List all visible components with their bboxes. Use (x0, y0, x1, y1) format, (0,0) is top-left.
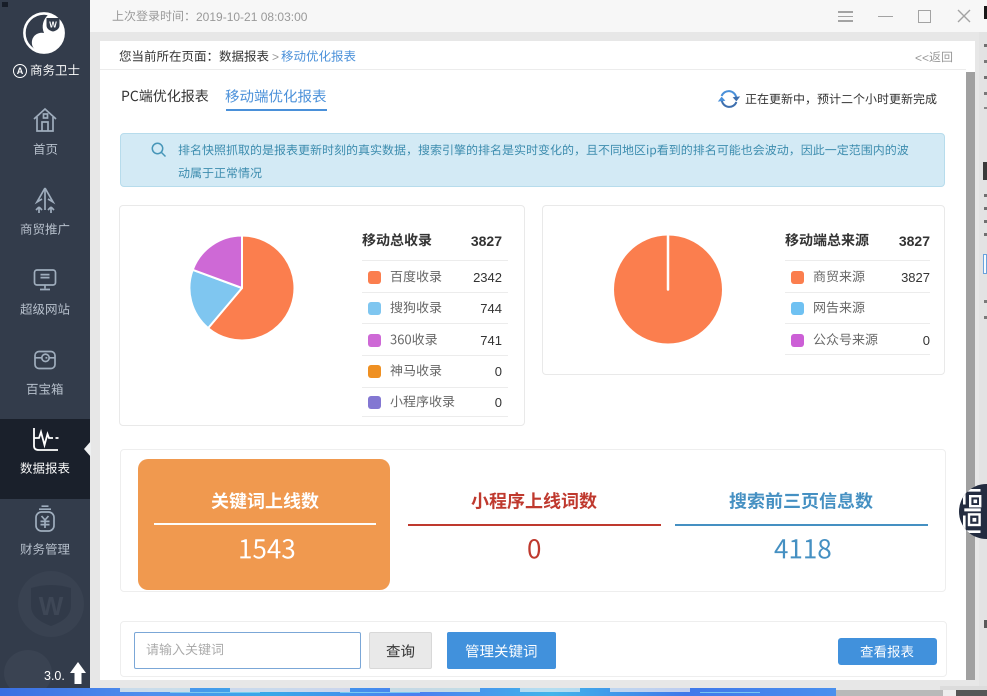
svg-text:W: W (49, 21, 57, 30)
svg-text:W: W (39, 591, 64, 621)
